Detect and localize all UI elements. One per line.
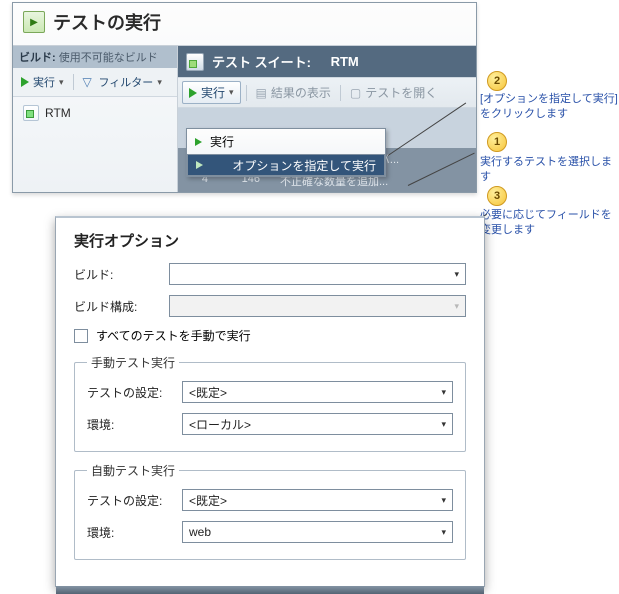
suite-header-label: テスト スイート: (212, 52, 311, 71)
chevron-down-icon: ▾ (441, 387, 446, 398)
manual-env-label: 環境: (87, 416, 182, 433)
filter-button-label: フィルター (99, 74, 154, 90)
separator (73, 74, 74, 90)
manual-group-legend: 手動テスト実行 (87, 354, 179, 371)
suite-tree-item[interactable]: RTM (19, 103, 171, 123)
auto-group-legend: 自動テスト実行 (87, 462, 179, 479)
menu-item-label: 実行 (210, 133, 234, 150)
build-header: ビルド: 使用不可能なビルド (13, 46, 177, 68)
manual-all-row: すべてのテストを手動で実行 (74, 327, 466, 344)
suite-run-button[interactable]: 実行 ▾ (182, 81, 241, 104)
results-icon: ▤ (256, 86, 267, 100)
callout-text-1: 実行するテストを選択します (480, 155, 619, 185)
auto-env-select[interactable]: web ▾ (182, 521, 453, 543)
separator (340, 85, 341, 101)
chevron-down-icon: ▾ (229, 87, 234, 98)
open-test-button[interactable]: ▢ テストを開く (346, 82, 441, 103)
auto-test-group: 自動テスト実行 テストの設定: <既定> ▾ 環境: web ▾ (74, 462, 466, 560)
auto-settings-select[interactable]: <既定> ▾ (182, 489, 453, 511)
window-title: テストの実行 (53, 9, 161, 35)
suite-icon (186, 53, 204, 71)
dialog-title: 実行オプション (74, 230, 466, 251)
suite-run-label: 実行 (201, 84, 225, 101)
play-icon (196, 161, 203, 169)
config-row: ビルド構成: ▾ (74, 295, 466, 317)
suite-header: テスト スイート: RTM (178, 46, 476, 77)
chevron-down-icon: ▾ (454, 269, 459, 280)
separator (246, 85, 247, 101)
suite-toolbar: 実行 ▾ ▤ 結果の表示 ▢ テストを開く (178, 77, 476, 108)
dialog-footer-shadow (56, 586, 484, 594)
auto-settings-value: <既定> (189, 492, 227, 509)
config-label: ビルド構成: (74, 298, 169, 315)
suite-header-name: RTM (331, 54, 359, 69)
chevron-down-icon: ▾ (157, 77, 162, 88)
funnel-icon (83, 76, 95, 88)
run-options-dialog: 実行オプション ビルド: ▾ ビルド構成: ▾ すべてのテストを手動で実行 手動… (55, 216, 485, 587)
manual-env-select[interactable]: <ローカル> ▾ (182, 413, 453, 435)
callout-badge-2: 2 (487, 71, 507, 91)
menu-item-run-with-options[interactable]: オプションを指定して実行 (187, 154, 385, 176)
chevron-down-icon: ▾ (441, 527, 446, 538)
build-toolbar: 実行 ▾ フィルター ▾ (13, 68, 177, 97)
filter-button[interactable]: フィルター ▾ (79, 72, 166, 92)
window-header: テストの実行 (13, 3, 476, 46)
run-button-label: 実行 (33, 74, 55, 90)
build-select[interactable]: ▾ (169, 263, 466, 285)
manual-env-value: <ローカル> (189, 416, 251, 433)
build-panel: ビルド: 使用不可能なビルド 実行 ▾ フィルター ▾ (13, 46, 178, 192)
manual-settings-label: テストの設定: (87, 384, 182, 401)
chevron-down-icon: ▾ (441, 419, 446, 430)
play-icon (195, 138, 202, 146)
view-results-label: 結果の表示 (271, 84, 331, 101)
suite-icon (23, 105, 39, 121)
open-icon: ▢ (350, 86, 361, 100)
manual-settings-value: <既定> (189, 384, 227, 401)
auto-env-value: web (189, 525, 211, 539)
callout-badge-1: 1 (487, 132, 507, 152)
run-icon (23, 11, 45, 33)
run-dropdown-menu: 実行 オプションを指定して実行 (186, 128, 386, 177)
manual-all-checkbox[interactable] (74, 329, 88, 343)
chevron-down-icon: ▾ (59, 77, 64, 88)
suite-tree-label: RTM (45, 106, 71, 120)
build-row: ビルド: ▾ (74, 263, 466, 285)
chevron-down-icon: ▾ (454, 301, 459, 312)
config-select: ▾ (169, 295, 466, 317)
callout-badge-3: 3 (487, 186, 507, 206)
run-button[interactable]: 実行 ▾ (17, 72, 68, 92)
auto-env-label: 環境: (87, 524, 182, 541)
callout-text-3: 必要に応じてフィールドを変更します (480, 208, 619, 238)
menu-item-label: オプションを指定して実行 (232, 157, 376, 174)
suite-tree: RTM (13, 97, 177, 183)
menu-item-run[interactable]: 実行 (187, 129, 385, 154)
manual-all-label: すべてのテストを手動で実行 (96, 327, 251, 344)
play-icon (21, 77, 29, 87)
build-label: ビルド: (74, 266, 169, 283)
build-value: 使用不可能なビルド (59, 52, 158, 64)
play-icon (189, 88, 197, 98)
view-results-button[interactable]: ▤ 結果の表示 (252, 82, 335, 103)
build-label: ビルド: (19, 52, 56, 64)
chevron-down-icon: ▾ (441, 495, 446, 506)
callout-text-2: [オプションを指定して実行] をクリックします (480, 92, 619, 122)
auto-settings-label: テストの設定: (87, 492, 182, 509)
open-test-label: テストを開く (365, 84, 437, 101)
manual-settings-select[interactable]: <既定> ▾ (182, 381, 453, 403)
manual-test-group: 手動テスト実行 テストの設定: <既定> ▾ 環境: <ローカル> ▾ (74, 354, 466, 452)
